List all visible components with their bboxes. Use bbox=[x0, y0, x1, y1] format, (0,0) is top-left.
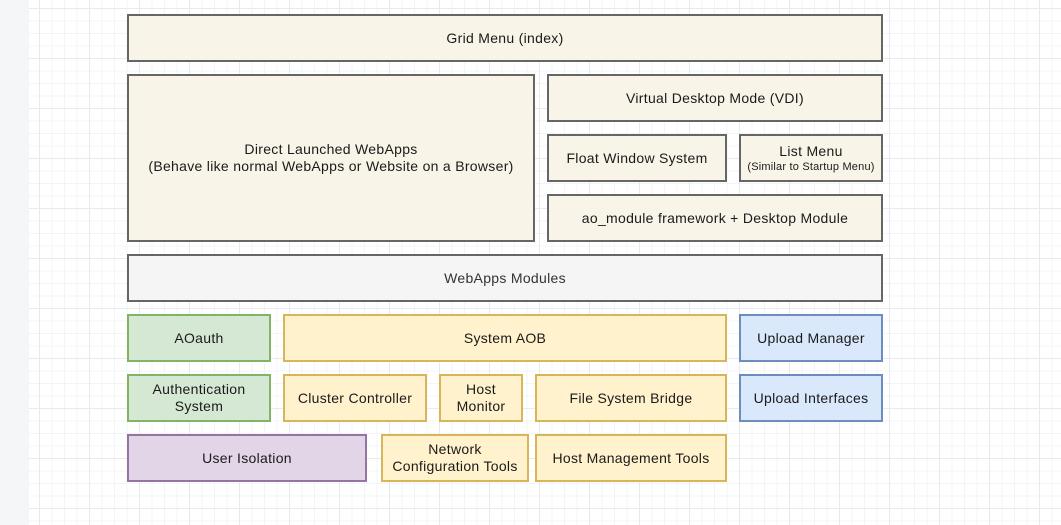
node-list-menu-label: List Menu bbox=[779, 143, 842, 160]
node-aoauth: AOauth bbox=[127, 314, 271, 362]
node-upload-manager-label: Upload Manager bbox=[757, 330, 865, 347]
node-authentication-system-label: Authentication System bbox=[133, 381, 265, 415]
node-host-management-tools: Host Management Tools bbox=[535, 434, 727, 482]
node-system-aob: System AOB bbox=[283, 314, 727, 362]
node-list-menu: List Menu (Similar to Startup Menu) bbox=[739, 134, 883, 182]
node-system-aob-label: System AOB bbox=[464, 330, 546, 347]
node-direct-launched-webapps-sublabel: (Behave like normal WebApps or Website o… bbox=[148, 158, 513, 175]
node-direct-launched-webapps-label: Direct Launched WebApps bbox=[244, 141, 417, 158]
node-user-isolation-label: User Isolation bbox=[202, 450, 292, 467]
node-network-configuration-tools-label: Network Configuration Tools bbox=[387, 441, 523, 475]
node-virtual-desktop-mode: Virtual Desktop Mode (VDI) bbox=[547, 74, 883, 122]
node-virtual-desktop-mode-label: Virtual Desktop Mode (VDI) bbox=[626, 90, 804, 107]
canvas-left-margin bbox=[0, 0, 29, 525]
node-user-isolation: User Isolation bbox=[127, 434, 367, 482]
node-webapps-modules-label: WebApps Modules bbox=[444, 270, 566, 287]
node-host-management-tools-label: Host Management Tools bbox=[552, 450, 709, 467]
node-webapps-modules: WebApps Modules bbox=[127, 254, 883, 302]
node-upload-interfaces-label: Upload Interfaces bbox=[754, 390, 869, 407]
node-authentication-system: Authentication System bbox=[127, 374, 271, 422]
node-host-monitor: Host Monitor bbox=[439, 374, 523, 422]
node-network-configuration-tools: Network Configuration Tools bbox=[381, 434, 529, 482]
node-upload-interfaces: Upload Interfaces bbox=[739, 374, 883, 422]
node-direct-launched-webapps: Direct Launched WebApps (Behave like nor… bbox=[127, 74, 535, 242]
node-cluster-controller: Cluster Controller bbox=[283, 374, 427, 422]
node-grid-menu: Grid Menu (index) bbox=[127, 14, 883, 62]
node-list-menu-sublabel: (Similar to Startup Menu) bbox=[747, 160, 874, 174]
node-aoauth-label: AOauth bbox=[174, 330, 223, 347]
node-ao-module-framework-label: ao_module framework + Desktop Module bbox=[582, 210, 848, 227]
node-float-window-system: Float Window System bbox=[547, 134, 727, 182]
node-cluster-controller-label: Cluster Controller bbox=[298, 390, 412, 407]
node-float-window-system-label: Float Window System bbox=[566, 150, 707, 167]
diagram-canvas: Grid Menu (index) Direct Launched WebApp… bbox=[0, 0, 1061, 525]
node-grid-menu-label: Grid Menu (index) bbox=[446, 30, 563, 47]
node-file-system-bridge: File System Bridge bbox=[535, 374, 727, 422]
node-host-monitor-label: Host Monitor bbox=[445, 381, 517, 415]
node-file-system-bridge-label: File System Bridge bbox=[570, 390, 693, 407]
node-ao-module-framework: ao_module framework + Desktop Module bbox=[547, 194, 883, 242]
node-upload-manager: Upload Manager bbox=[739, 314, 883, 362]
